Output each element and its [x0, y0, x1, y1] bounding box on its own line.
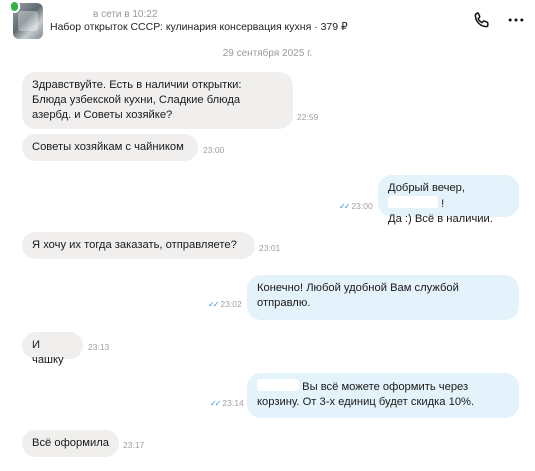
chat-header: в сети в 10:22 Набор открыток СССР: кули…	[0, 0, 535, 44]
message-time-read: ✓✓ 23:02	[208, 299, 242, 309]
double-check-icon: ✓✓	[210, 399, 221, 408]
message-text: Всё оформила	[32, 437, 109, 449]
more-vertical-icon[interactable]	[506, 10, 526, 30]
message-incoming[interactable]: Здравствуйте. Есть в наличии открытки: Б…	[22, 72, 293, 129]
message-time: 23:13	[88, 342, 110, 352]
message-text: Да :) Всё в наличии.	[388, 213, 493, 225]
redacted-name	[257, 379, 299, 391]
message-text: !	[441, 198, 445, 210]
message-time-read: ✓✓ 23:00	[339, 201, 373, 211]
message-text-line: Блюда узбекской кухни, Сладкие блюда	[32, 94, 241, 106]
message-outgoing[interactable]: Конечно! Любой удобной Вам службой отпра…	[247, 275, 519, 320]
message-text: И чашку	[32, 339, 64, 366]
message-incoming[interactable]: Я хочу их тогда заказать, отправляете?	[22, 232, 255, 259]
message-text-line: отправлю.	[257, 297, 311, 309]
message-incoming[interactable]: И чашку	[22, 332, 83, 366]
message-time: 22:59	[297, 112, 319, 122]
message-time: 23:01	[259, 243, 281, 253]
online-status: в сети в 10:22	[93, 9, 158, 20]
message-time: 23:00	[203, 145, 225, 155]
double-check-icon: ✓✓	[339, 202, 350, 211]
phone-icon[interactable]	[472, 10, 492, 30]
message-incoming[interactable]: Всё оформила	[22, 430, 119, 457]
message-text: Я хочу их тогда заказать, отправляете?	[32, 239, 237, 251]
message-outgoing[interactable]: Добрый вечер, ! Да :) Всё в наличии.	[378, 175, 519, 225]
item-title[interactable]: Набор открыток СССР: кулинария консервац…	[50, 21, 348, 33]
message-text: Советы хозяйкам с чайником	[32, 141, 184, 153]
message-text: корзину. От 3-х единиц будет скидка 10%.	[257, 396, 475, 408]
message-time: 23:17	[123, 440, 145, 450]
message-text-line: азербд. и Советы хозяйке?	[32, 109, 173, 121]
message-incoming[interactable]: Советы хозяйкам с чайником	[22, 134, 198, 161]
online-indicator	[9, 0, 20, 13]
message-text-line: Здравствуйте. Есть в наличии открытки:	[32, 79, 242, 91]
message-text: Добрый вечер,	[388, 182, 466, 194]
double-check-icon: ✓✓	[208, 300, 219, 309]
message-outgoing[interactable]: Вы всё можете оформить через корзину. От…	[247, 373, 519, 418]
message-text: Вы всё можете оформить через	[302, 381, 469, 393]
date-separator: 29 сентября 2025 г.	[222, 48, 313, 59]
message-text-line: Конечно! Любой удобной Вам службой	[257, 282, 459, 294]
message-time-read: ✓✓ 23:14	[210, 398, 244, 408]
redacted-name	[388, 196, 438, 208]
